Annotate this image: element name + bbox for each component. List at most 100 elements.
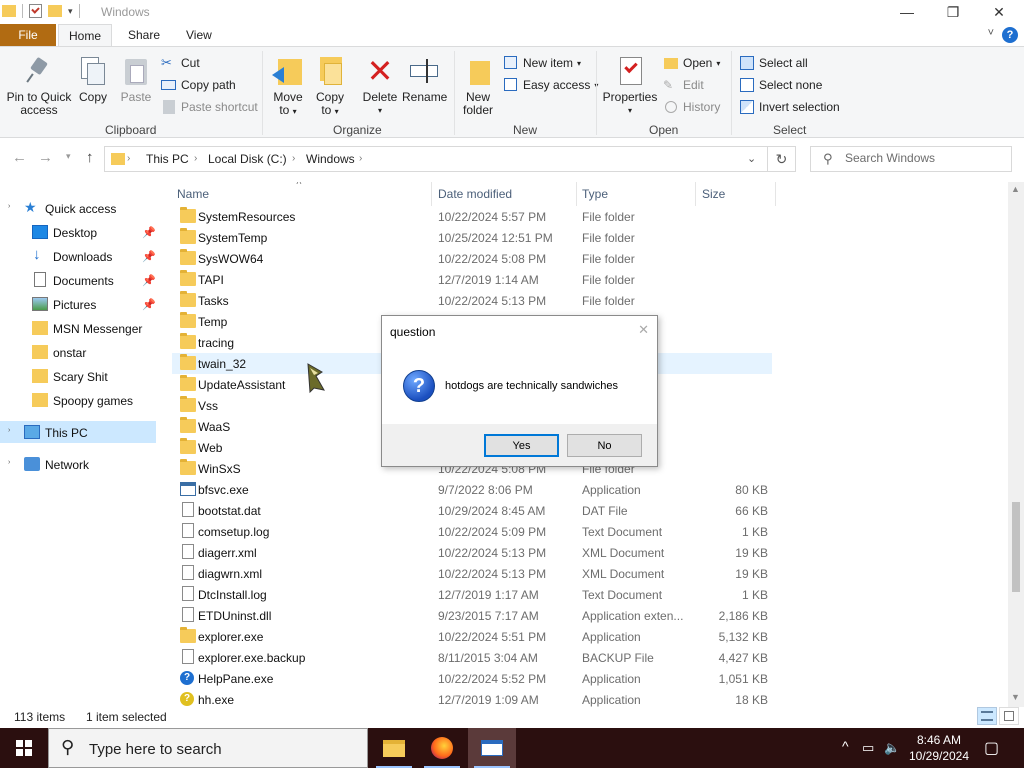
expand-arrow-icon[interactable]: › (8, 203, 10, 210)
nav-network[interactable]: › Network (0, 453, 156, 475)
clock[interactable]: 8:46 AM 10/29/2024 (906, 732, 972, 764)
table-row[interactable]: SystemTemp 10/25/2024 12:51 PM File folder (172, 227, 772, 248)
column-divider[interactable] (431, 182, 432, 206)
table-row[interactable]: ? HelpPane.exe 10/22/2024 5:52 PM Applicati… (172, 668, 772, 689)
nav-quick-access[interactable]: › ★ Quick access (0, 197, 156, 219)
open-button[interactable]: Open ▾ (663, 53, 720, 73)
nav-this-pc[interactable]: › This PC (0, 421, 156, 443)
column-divider[interactable] (695, 182, 696, 206)
copy-to-button[interactable]: Copy to ▾ (312, 51, 348, 118)
properties-qat-icon[interactable] (29, 4, 42, 18)
nav-spoopy-games[interactable]: Spoopy games (0, 389, 156, 411)
properties-button[interactable]: Properties ▾ (602, 51, 658, 117)
table-row[interactable]: Tasks 10/22/2024 5:13 PM File folder (172, 290, 772, 311)
nav-downloads[interactable]: ↓ Downloads 📌 (0, 245, 156, 267)
notifications-icon[interactable]: ▢ (984, 738, 999, 758)
table-row[interactable]: explorer.exe 10/22/2024 5:51 PM Applicatio… (172, 626, 772, 647)
up-arrow-icon[interactable]: ↑ (86, 149, 94, 166)
taskbar-file-explorer[interactable] (370, 728, 418, 768)
address-box[interactable]: › This PC › Local Disk (C:) › Windows › … (104, 146, 768, 172)
tab-home[interactable]: Home (58, 24, 113, 46)
close-button[interactable]: ✕ (976, 0, 1022, 24)
column-divider[interactable] (576, 182, 577, 206)
nav-msn-messenger[interactable]: MSN Messenger (0, 317, 156, 339)
restore-button[interactable]: ❐ (930, 0, 976, 24)
tab-share[interactable]: Share (118, 24, 170, 46)
column-divider[interactable] (775, 182, 776, 206)
column-header-size[interactable]: Size (702, 187, 725, 201)
column-header-name[interactable]: Name (177, 187, 209, 201)
pin-to-quick-access-button[interactable]: Pin to Quick access (4, 51, 74, 117)
taskbar-firefox[interactable] (418, 728, 466, 768)
easy-access-button[interactable]: Easy access ▾ (503, 75, 598, 95)
select-all-button[interactable]: Select all (739, 53, 808, 73)
table-row[interactable]: ? hh.exe 12/7/2019 1:09 AM Application 18 KB (172, 689, 772, 707)
table-row[interactable]: DtcInstall.log 12/7/2019 1:17 AM Text Docu… (172, 584, 772, 605)
new-folder-qat-icon[interactable] (48, 5, 62, 17)
table-row[interactable]: ETDUninst.dll 9/23/2015 7:17 AM Applicatio… (172, 605, 772, 626)
forward-arrow-icon[interactable]: → (38, 149, 53, 166)
copy-button[interactable]: Copy (76, 51, 110, 104)
paste-shortcut-button[interactable]: Paste shortcut (161, 97, 258, 117)
large-icons-view-button[interactable] (999, 707, 1019, 725)
chevron-right-icon[interactable]: › (292, 153, 295, 164)
move-to-button[interactable]: Move to ▾ (270, 51, 306, 118)
chevron-right-icon[interactable]: › (127, 153, 130, 164)
new-folder-button[interactable]: New folder (460, 51, 496, 117)
nav-desktop[interactable]: Desktop 📌 (0, 221, 156, 243)
history-button[interactable]: History (663, 97, 720, 117)
refresh-button[interactable]: ↻ (767, 146, 796, 172)
vertical-scrollbar[interactable]: ▲ ▼ (1008, 182, 1024, 707)
tab-view[interactable]: View (176, 24, 222, 46)
scroll-down-icon[interactable]: ▼ (1011, 692, 1020, 702)
taskbar-search-box[interactable]: ⚲ Type here to search (48, 728, 368, 768)
expand-arrow-icon[interactable]: › (8, 459, 10, 466)
table-row[interactable]: SysWOW64 10/22/2024 5:08 PM File folder (172, 248, 772, 269)
volume-icon[interactable]: 🔈 (884, 740, 900, 756)
customize-qat-icon[interactable]: ▾ (68, 6, 73, 17)
details-view-button[interactable] (977, 707, 997, 725)
chevron-right-icon[interactable]: › (359, 153, 362, 164)
chevron-right-icon[interactable]: › (194, 153, 197, 164)
nav-onstar[interactable]: onstar (0, 341, 156, 363)
back-arrow-icon[interactable]: ← (12, 149, 27, 166)
expand-arrow-icon[interactable]: › (8, 427, 10, 434)
table-row[interactable]: comsetup.log 10/22/2024 5:09 PM Text Docum… (172, 521, 772, 542)
nav-pictures[interactable]: Pictures 📌 (0, 293, 156, 315)
expand-ribbon-icon[interactable]: ˅ (988, 27, 994, 39)
nav-scary[interactable]: Scary Shit (0, 365, 156, 387)
table-row[interactable]: explorer.exe.backup 8/11/2015 3:04 AM BACK… (172, 647, 772, 668)
search-input[interactable] (845, 151, 1005, 165)
network-tray-icon[interactable]: ▭ (862, 740, 874, 756)
show-hidden-icons-icon[interactable]: ^ (842, 738, 849, 754)
nav-documents[interactable]: Documents 📌 (0, 269, 156, 291)
table-row[interactable]: diagwrn.xml 10/22/2024 5:13 PM XML Documen… (172, 563, 772, 584)
scrollbar-thumb[interactable] (1012, 502, 1020, 592)
select-none-button[interactable]: Select none (739, 75, 822, 95)
taskbar-active-app[interactable] (468, 728, 516, 768)
yes-button[interactable]: Yes (484, 434, 559, 457)
paste-button[interactable]: Paste (118, 51, 154, 104)
table-row[interactable]: TAPI 12/7/2019 1:14 AM File folder (172, 269, 772, 290)
edit-button[interactable]: ✎ Edit (663, 75, 704, 95)
table-row[interactable]: diagerr.xml 10/22/2024 5:13 PM XML Documen… (172, 542, 772, 563)
table-row[interactable]: SystemResources 10/22/2024 5:57 PM File fo… (172, 206, 772, 227)
column-header-date[interactable]: Date modified (438, 187, 512, 201)
breadcrumb-windows[interactable]: Windows (306, 152, 355, 166)
no-button[interactable]: No (567, 434, 642, 457)
minimize-button[interactable]: — (884, 0, 930, 24)
tab-file[interactable]: File (0, 24, 56, 46)
dialog-close-icon[interactable]: ✕ (638, 322, 649, 338)
help-icon[interactable]: ? (1002, 27, 1018, 43)
chevron-down-icon[interactable]: ⌄ (747, 152, 756, 165)
table-row[interactable]: bfsvc.exe 9/7/2022 8:06 PM Application 80 K… (172, 479, 772, 500)
cut-button[interactable]: ✂ Cut (161, 53, 200, 73)
column-header-type[interactable]: Type (582, 187, 608, 201)
copy-path-button[interactable]: Copy path (161, 75, 236, 95)
new-item-button[interactable]: New item ▾ (503, 53, 581, 73)
rename-button[interactable]: Rename (402, 51, 447, 104)
breadcrumb-local-disk[interactable]: Local Disk (C:) (208, 152, 287, 166)
invert-selection-button[interactable]: Invert selection (739, 97, 840, 117)
delete-button[interactable]: ✕ Delete ▾ (360, 51, 400, 117)
scroll-up-icon[interactable]: ▲ (1011, 184, 1020, 194)
